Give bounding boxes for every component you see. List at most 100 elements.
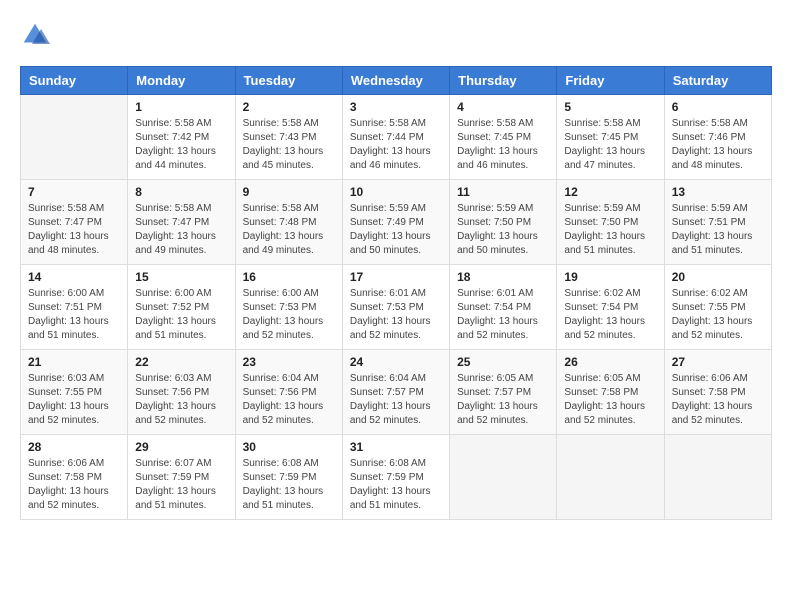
calendar-day-cell: 15 Sunrise: 6:00 AM Sunset: 7:52 PM Dayli… [128,265,235,350]
calendar-table: SundayMondayTuesdayWednesdayThursdayFrid… [20,66,772,520]
day-of-week-header: Wednesday [342,67,449,95]
day-number: 14 [28,270,120,284]
day-details: Sunrise: 6:02 AM Sunset: 7:55 PM Dayligh… [672,287,764,343]
day-details: Sunrise: 6:04 AM Sunset: 7:56 PM Dayligh… [243,372,335,428]
day-details: Sunrise: 5:59 AM Sunset: 7:50 PM Dayligh… [457,202,549,258]
day-number: 23 [243,355,335,369]
calendar-day-cell: 24 Sunrise: 6:04 AM Sunset: 7:57 PM Dayli… [342,350,449,435]
day-details: Sunrise: 6:00 AM Sunset: 7:52 PM Dayligh… [135,287,227,343]
day-number: 21 [28,355,120,369]
day-of-week-header: Tuesday [235,67,342,95]
day-number: 13 [672,185,764,199]
day-of-week-header: Friday [557,67,664,95]
day-number: 2 [243,100,335,114]
day-number: 11 [457,185,549,199]
calendar-day-cell: 6 Sunrise: 5:58 AM Sunset: 7:46 PM Daylig… [664,95,771,180]
calendar-day-cell: 21 Sunrise: 6:03 AM Sunset: 7:55 PM Dayli… [21,350,128,435]
day-details: Sunrise: 6:08 AM Sunset: 7:59 PM Dayligh… [243,457,335,513]
day-number: 19 [564,270,656,284]
day-of-week-header: Thursday [450,67,557,95]
calendar-week-row: 14 Sunrise: 6:00 AM Sunset: 7:51 PM Dayli… [21,265,772,350]
day-number: 31 [350,440,442,454]
calendar-day-cell: 25Sunrise: 6:05 AM Sunset: 7:57 PM Dayli… [450,350,557,435]
calendar-day-cell: 2 Sunrise: 5:58 AM Sunset: 7:43 PM Daylig… [235,95,342,180]
calendar-day-cell: 22Sunrise: 6:03 AM Sunset: 7:56 PM Dayli… [128,350,235,435]
day-details: Sunrise: 6:05 AM Sunset: 7:57 PM Dayligh… [457,372,549,428]
day-of-week-header: Saturday [664,67,771,95]
day-details: Sunrise: 5:58 AM Sunset: 7:48 PM Dayligh… [243,202,335,258]
calendar-day-cell: 30 Sunrise: 6:08 AM Sunset: 7:59 PM Dayli… [235,435,342,520]
calendar-week-row: 28Sunrise: 6:06 AM Sunset: 7:58 PM Dayli… [21,435,772,520]
day-details: Sunrise: 6:02 AM Sunset: 7:54 PM Dayligh… [564,287,656,343]
day-details: Sunrise: 6:00 AM Sunset: 7:51 PM Dayligh… [28,287,120,343]
day-details: Sunrise: 5:59 AM Sunset: 7:49 PM Dayligh… [350,202,442,258]
day-number: 20 [672,270,764,284]
calendar-day-cell [450,435,557,520]
calendar-day-cell: 20 Sunrise: 6:02 AM Sunset: 7:55 PM Dayli… [664,265,771,350]
day-details: Sunrise: 5:58 AM Sunset: 7:47 PM Dayligh… [135,202,227,258]
calendar-day-cell: 27 Sunrise: 6:06 AM Sunset: 7:58 PM Dayli… [664,350,771,435]
day-number: 7 [28,185,120,199]
day-details: Sunrise: 5:58 AM Sunset: 7:45 PM Dayligh… [457,117,549,173]
day-number: 12 [564,185,656,199]
calendar-day-cell: 18 Sunrise: 6:01 AM Sunset: 7:54 PM Dayli… [450,265,557,350]
day-number: 5 [564,100,656,114]
day-number: 30 [243,440,335,454]
day-details: Sunrise: 6:01 AM Sunset: 7:54 PM Dayligh… [457,287,549,343]
calendar-day-cell: 19 Sunrise: 6:02 AM Sunset: 7:54 PM Dayli… [557,265,664,350]
day-number: 4 [457,100,549,114]
logo-icon [20,20,50,50]
calendar-day-cell: 29 Sunrise: 6:07 AM Sunset: 7:59 PM Dayli… [128,435,235,520]
day-details: Sunrise: 6:05 AM Sunset: 7:58 PM Dayligh… [564,372,656,428]
calendar-day-cell: 23 Sunrise: 6:04 AM Sunset: 7:56 PM Dayli… [235,350,342,435]
day-details: Sunrise: 6:08 AM Sunset: 7:59 PM Dayligh… [350,457,442,513]
day-details: Sunrise: 5:58 AM Sunset: 7:45 PM Dayligh… [564,117,656,173]
calendar-day-cell: 13 Sunrise: 5:59 AM Sunset: 7:51 PM Dayli… [664,180,771,265]
day-details: Sunrise: 6:00 AM Sunset: 7:53 PM Dayligh… [243,287,335,343]
calendar-day-cell: 16 Sunrise: 6:00 AM Sunset: 7:53 PM Dayli… [235,265,342,350]
calendar-week-row: 7 Sunrise: 5:58 AM Sunset: 7:47 PM Daylig… [21,180,772,265]
calendar-day-cell: 8 Sunrise: 5:58 AM Sunset: 7:47 PM Daylig… [128,180,235,265]
day-number: 16 [243,270,335,284]
calendar-day-cell: 12 Sunrise: 5:59 AM Sunset: 7:50 PM Dayli… [557,180,664,265]
day-number: 29 [135,440,227,454]
logo [20,20,54,50]
calendar-day-cell [664,435,771,520]
day-number: 8 [135,185,227,199]
day-details: Sunrise: 6:07 AM Sunset: 7:59 PM Dayligh… [135,457,227,513]
day-number: 6 [672,100,764,114]
calendar-day-cell: 1Sunrise: 5:58 AM Sunset: 7:42 PM Daylig… [128,95,235,180]
day-number: 9 [243,185,335,199]
day-details: Sunrise: 5:59 AM Sunset: 7:50 PM Dayligh… [564,202,656,258]
day-number: 26 [564,355,656,369]
day-details: Sunrise: 6:03 AM Sunset: 7:56 PM Dayligh… [135,372,227,428]
calendar-day-cell: 17 Sunrise: 6:01 AM Sunset: 7:53 PM Dayli… [342,265,449,350]
calendar-day-cell: 3Sunrise: 5:58 AM Sunset: 7:44 PM Daylig… [342,95,449,180]
calendar-day-cell [557,435,664,520]
day-details: Sunrise: 6:01 AM Sunset: 7:53 PM Dayligh… [350,287,442,343]
calendar-day-cell: 14 Sunrise: 6:00 AM Sunset: 7:51 PM Dayli… [21,265,128,350]
calendar-day-cell: 31 Sunrise: 6:08 AM Sunset: 7:59 PM Dayli… [342,435,449,520]
calendar-day-cell: 10Sunrise: 5:59 AM Sunset: 7:49 PM Dayli… [342,180,449,265]
calendar-day-cell: 5 Sunrise: 5:58 AM Sunset: 7:45 PM Daylig… [557,95,664,180]
day-number: 3 [350,100,442,114]
calendar-header-row: SundayMondayTuesdayWednesdayThursdayFrid… [21,67,772,95]
calendar-day-cell: 7Sunrise: 5:58 AM Sunset: 7:47 PM Daylig… [21,180,128,265]
day-number: 18 [457,270,549,284]
day-details: Sunrise: 6:03 AM Sunset: 7:55 PM Dayligh… [28,372,120,428]
calendar-day-cell: 26 Sunrise: 6:05 AM Sunset: 7:58 PM Dayli… [557,350,664,435]
calendar-day-cell: 9 Sunrise: 5:58 AM Sunset: 7:48 PM Daylig… [235,180,342,265]
calendar-week-row: 21 Sunrise: 6:03 AM Sunset: 7:55 PM Dayli… [21,350,772,435]
day-number: 17 [350,270,442,284]
day-details: Sunrise: 5:58 AM Sunset: 7:46 PM Dayligh… [672,117,764,173]
calendar-week-row: 1Sunrise: 5:58 AM Sunset: 7:42 PM Daylig… [21,95,772,180]
day-number: 15 [135,270,227,284]
day-details: Sunrise: 5:59 AM Sunset: 7:51 PM Dayligh… [672,202,764,258]
day-of-week-header: Monday [128,67,235,95]
day-details: Sunrise: 5:58 AM Sunset: 7:43 PM Dayligh… [243,117,335,173]
day-details: Sunrise: 6:04 AM Sunset: 7:57 PM Dayligh… [350,372,442,428]
day-number: 24 [350,355,442,369]
day-details: Sunrise: 6:06 AM Sunset: 7:58 PM Dayligh… [672,372,764,428]
calendar-day-cell: 11 Sunrise: 5:59 AM Sunset: 7:50 PM Dayli… [450,180,557,265]
day-number: 27 [672,355,764,369]
